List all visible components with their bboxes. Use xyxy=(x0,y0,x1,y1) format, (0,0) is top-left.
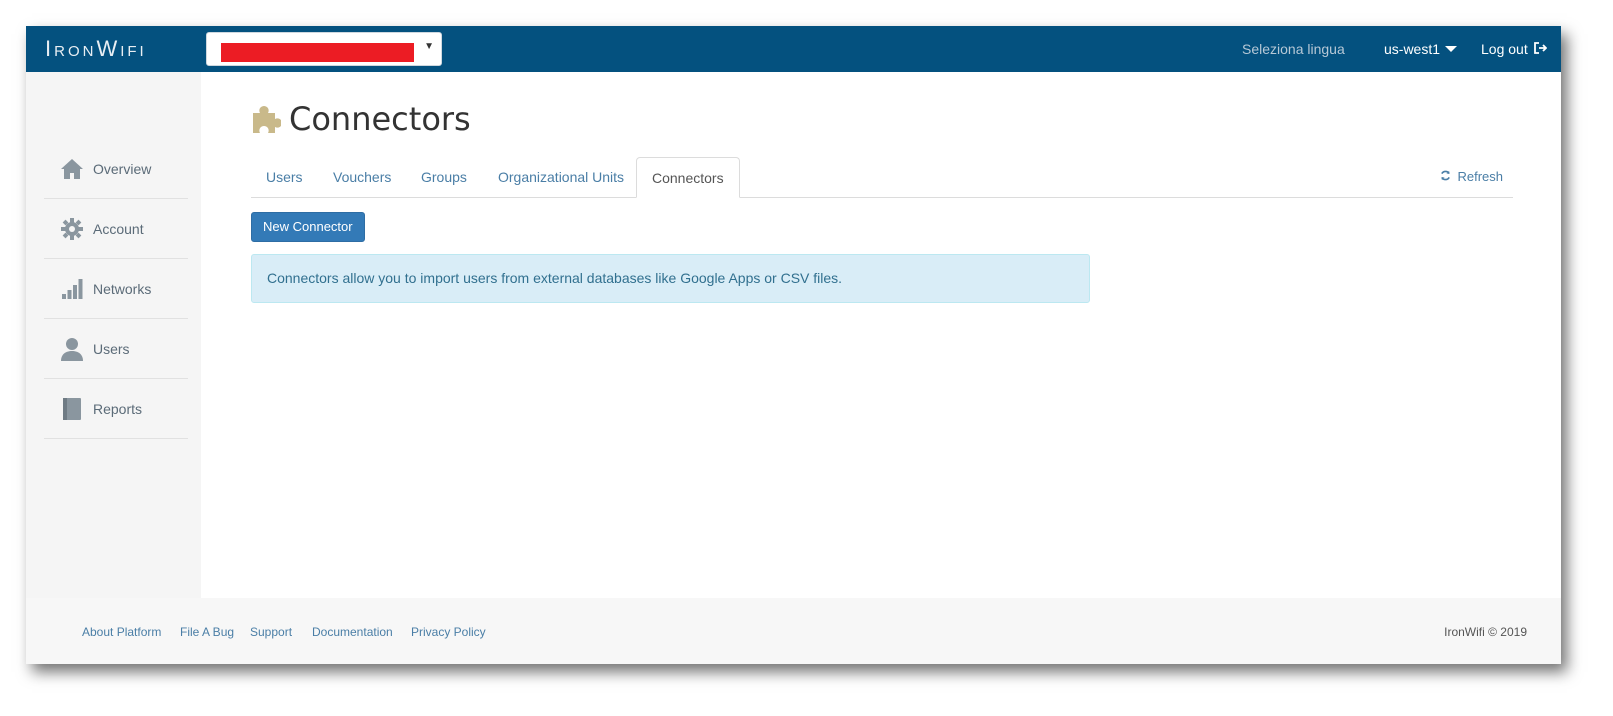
book-icon xyxy=(59,396,85,422)
main-content: Connectors Users Vouchers Groups Organiz… xyxy=(201,72,1561,598)
sidebar-item-users[interactable]: Users xyxy=(44,319,188,379)
home-icon xyxy=(59,156,85,182)
caret-down-icon xyxy=(1445,46,1458,52)
sidebar-item-account[interactable]: Account xyxy=(44,199,188,259)
gear-icon xyxy=(59,216,85,242)
sidebar-item-label: Reports xyxy=(93,400,143,417)
sidebar-item-overview[interactable]: Overview xyxy=(44,139,188,199)
tab-vouchers[interactable]: Vouchers xyxy=(318,157,406,198)
footer-link-documentation[interactable]: Documentation xyxy=(312,625,393,639)
sidebar-item-networks[interactable]: Networks xyxy=(44,259,188,319)
tab-groups[interactable]: Groups xyxy=(406,157,482,198)
region-label: us-west1 xyxy=(1384,41,1441,57)
sidebar-item-label: Overview xyxy=(93,160,152,177)
tab-organizational-units[interactable]: Organizational Units xyxy=(483,157,639,198)
logout-label: Log out xyxy=(1481,41,1528,57)
puzzle-icon xyxy=(251,104,282,134)
redacted-organization-name xyxy=(221,43,414,62)
sidebar-item-reports[interactable]: Reports xyxy=(44,379,188,439)
signal-bars-icon xyxy=(59,276,85,302)
page-title: Connectors xyxy=(289,100,471,138)
info-alert: Connectors allow you to import users fro… xyxy=(251,254,1090,303)
region-dropdown[interactable]: us-west1 xyxy=(1384,26,1458,72)
footer-link-privacy-policy[interactable]: Privacy Policy xyxy=(411,625,486,639)
page-header: Connectors xyxy=(251,100,471,138)
tab-users[interactable]: Users xyxy=(251,157,318,198)
sidebar-item-label: Users xyxy=(93,340,130,357)
new-connector-button[interactable]: New Connector xyxy=(251,212,365,242)
refresh-link[interactable]: Refresh xyxy=(1440,169,1503,184)
sidebar: Overview Account Networks Users Reports xyxy=(26,72,201,598)
app-window: IronWifi ▼ Seleziona lingua us-west1 Log… xyxy=(26,26,1561,664)
top-navbar: IronWifi ▼ Seleziona lingua us-west1 Log… xyxy=(26,26,1561,72)
dropdown-caret-icon: ▼ xyxy=(424,41,434,52)
refresh-icon xyxy=(1440,169,1455,184)
sidebar-item-label: Account xyxy=(93,220,144,237)
brand-logo[interactable]: IronWifi xyxy=(45,36,147,62)
logout-link[interactable]: Log out xyxy=(1481,26,1547,72)
copyright-text: IronWifi © 2019 xyxy=(1444,625,1527,639)
footer-link-support[interactable]: Support xyxy=(250,625,292,639)
organization-select[interactable]: ▼ xyxy=(206,32,442,66)
footer-link-file-a-bug[interactable]: File A Bug xyxy=(180,625,234,639)
user-icon xyxy=(59,336,85,362)
refresh-label: Refresh xyxy=(1457,169,1503,184)
sign-out-icon xyxy=(1533,41,1547,57)
tab-connectors[interactable]: Connectors xyxy=(636,157,740,198)
language-selector[interactable]: Seleziona lingua xyxy=(1242,26,1345,72)
footer-link-about-platform[interactable]: About Platform xyxy=(82,625,161,639)
tab-bar: Users Vouchers Groups Organizational Uni… xyxy=(251,157,1513,198)
sidebar-item-label: Networks xyxy=(93,280,152,297)
footer: About Platform File A Bug Support Docume… xyxy=(26,598,1561,664)
